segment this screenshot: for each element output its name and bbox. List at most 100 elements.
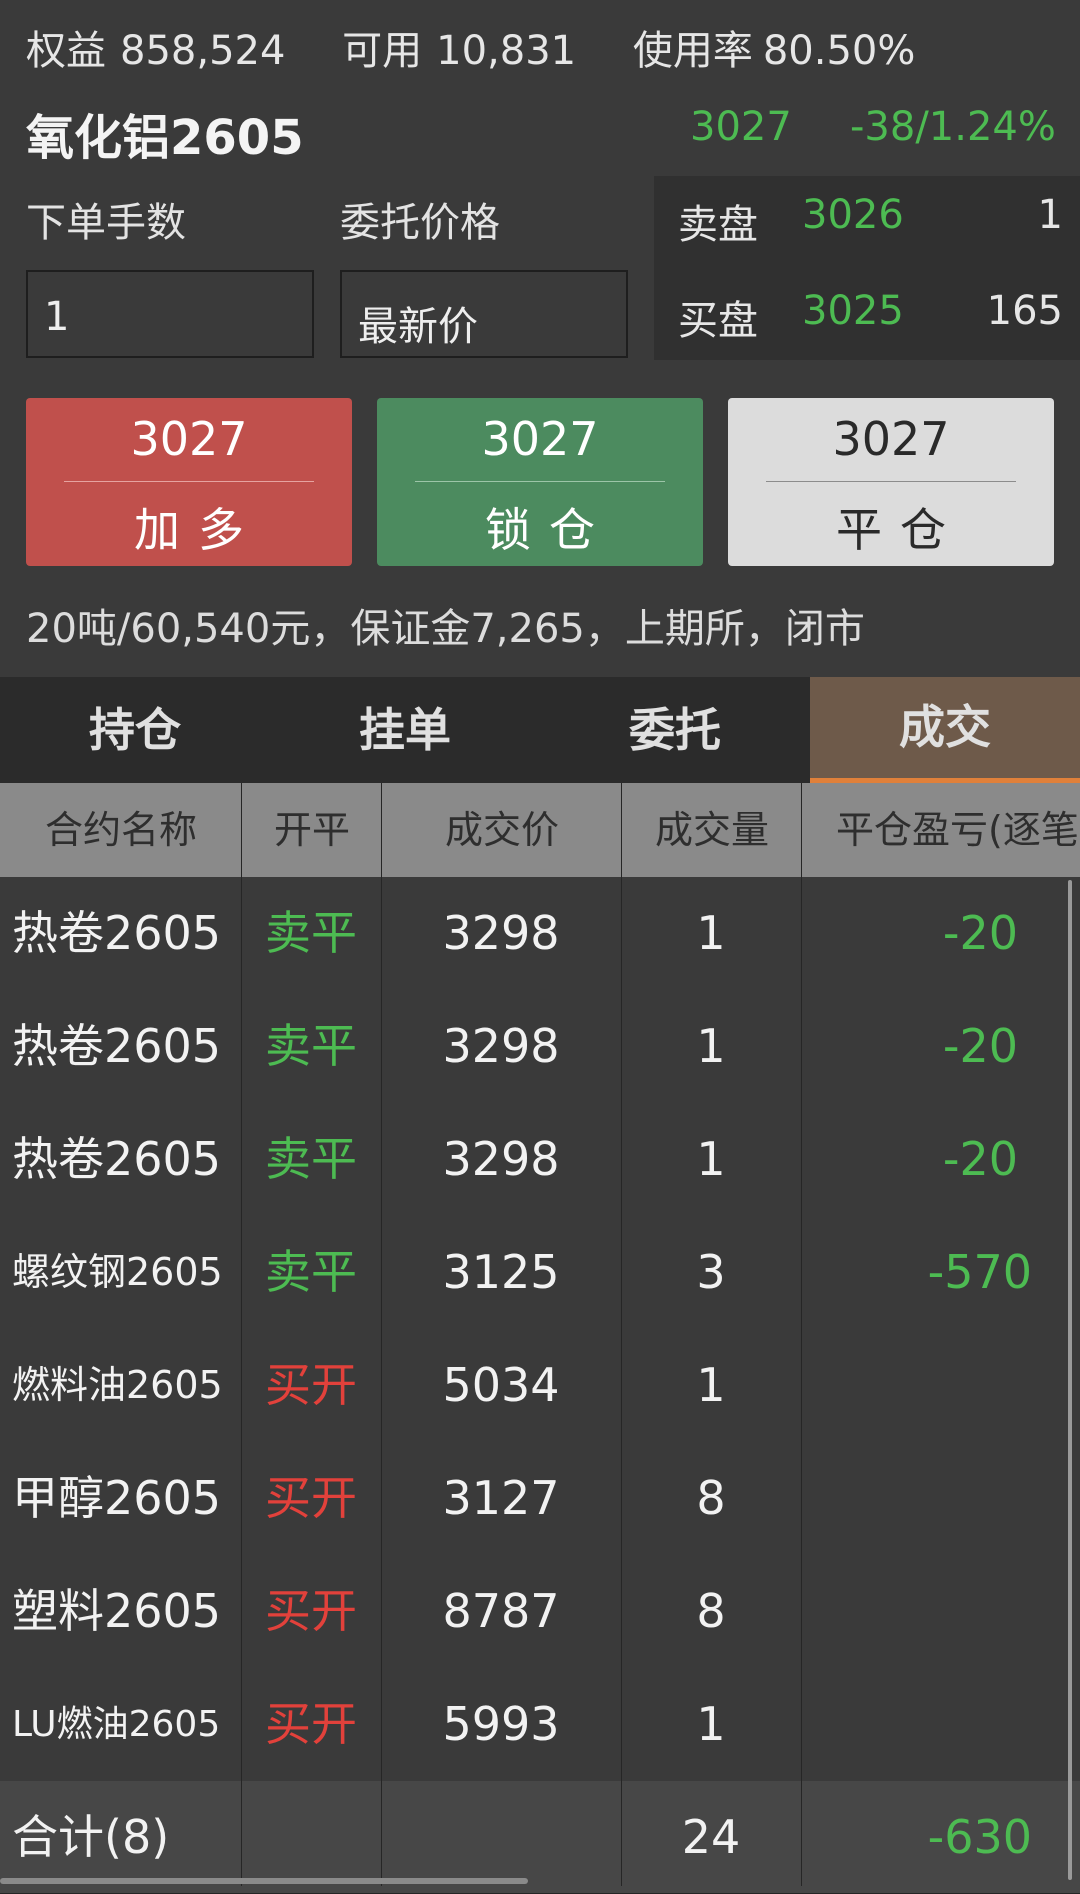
tab-positions[interactable]: 持仓 — [0, 677, 270, 783]
cell-close-pl — [802, 1442, 1032, 1555]
table-row[interactable]: 螺纹钢2605 卖平 3125 3 -570 — [0, 1216, 1080, 1330]
cell-price: 5993 — [442, 1697, 560, 1751]
add-long-button[interactable]: 3027 加多 — [26, 398, 352, 566]
cell-open-close: 卖平 — [265, 906, 357, 960]
price-type-input[interactable]: 最新价 — [340, 270, 628, 358]
cell-price: 3298 — [442, 1019, 560, 1073]
cell-contract: 燃料油2605 — [12, 1363, 223, 1407]
cell-volume: 1 — [696, 906, 726, 960]
contract-info: 20吨/60,540元，保证金7,265，上期所，闭市 — [26, 606, 865, 652]
table-row[interactable]: 塑料2605 买开 8787 8 — [0, 1555, 1080, 1669]
equity-label: 权益 — [26, 28, 106, 74]
table-row[interactable]: 热卷2605 卖平 3298 1 -20 — [0, 877, 1080, 991]
cell-price: 5034 — [442, 1358, 560, 1412]
contract-name[interactable]: 氧化铝2605 — [26, 98, 304, 168]
table-header: 合约名称 开平 成交价 成交量 平仓盈亏(逐笔) — [0, 783, 1080, 877]
divider — [766, 481, 1016, 482]
table-row[interactable]: 燃料油2605 买开 5034 1 — [0, 1329, 1080, 1443]
equity: 权益 858,524 — [26, 28, 285, 74]
cell-contract: 热卷2605 — [12, 1132, 222, 1186]
table-row[interactable]: 热卷2605 卖平 3298 1 -20 — [0, 1103, 1080, 1217]
price-change: -38/1.24% — [850, 104, 1056, 150]
cell-volume: 1 — [696, 1697, 726, 1751]
bid-label: 买盘 — [678, 298, 758, 344]
cell-volume: 1 — [696, 1132, 726, 1186]
add-long-price: 3027 — [130, 412, 248, 466]
cell-volume: 8 — [696, 1584, 726, 1638]
cell-open-close: 买开 — [265, 1471, 357, 1525]
cell-close-pl — [802, 1329, 1032, 1442]
column-divider — [241, 783, 242, 1886]
total-close-pl: -630 — [927, 1810, 1032, 1864]
cell-close-pl: -20 — [942, 1132, 1018, 1186]
cell-contract: 螺纹钢2605 — [12, 1250, 223, 1294]
table-row[interactable]: 甲醇2605 买开 3127 8 — [0, 1442, 1080, 1556]
cell-close-pl — [802, 1555, 1032, 1668]
cell-open-close: 买开 — [265, 1584, 357, 1638]
order-book: 卖盘 3026 1 买盘 3025 165 — [654, 176, 1080, 360]
cell-open-close: 卖平 — [265, 1019, 357, 1073]
cell-contract: 塑料2605 — [12, 1584, 222, 1638]
column-divider — [621, 783, 622, 1886]
cell-price: 3125 — [442, 1245, 560, 1299]
cell-contract: LU燃油2605 — [12, 1704, 221, 1745]
cell-price: 3127 — [442, 1471, 560, 1525]
lock-position-button[interactable]: 3027 锁仓 — [377, 398, 703, 566]
tab-pending[interactable]: 挂单 — [270, 677, 540, 783]
lots-input[interactable]: 1 — [26, 270, 314, 358]
cell-volume: 1 — [696, 1358, 726, 1412]
cell-close-pl: -20 — [942, 906, 1018, 960]
tab-bar: 持仓 挂单 委托 成交 — [0, 677, 1080, 783]
tab-orders[interactable]: 委托 — [540, 677, 810, 783]
cell-close-pl — [802, 1668, 1032, 1781]
available-label: 可用 — [342, 28, 423, 74]
cell-contract: 热卷2605 — [12, 906, 222, 960]
divider — [64, 481, 314, 482]
header-open-close[interactable]: 开平 — [242, 783, 382, 877]
header-volume[interactable]: 成交量 — [622, 783, 802, 877]
cell-volume: 1 — [696, 1019, 726, 1073]
cell-price: 3298 — [442, 1132, 560, 1186]
ask-label: 卖盘 — [678, 202, 758, 248]
horizontal-scrollbar[interactable] — [0, 1878, 528, 1884]
lock-price: 3027 — [481, 412, 599, 466]
cell-volume: 8 — [696, 1471, 726, 1525]
cell-close-pl: -20 — [942, 1019, 1018, 1073]
close-position-button[interactable]: 3027 平仓 — [728, 398, 1054, 566]
usage-label: 使用率 — [632, 28, 753, 74]
header-close-pl[interactable]: 平仓盈亏(逐笔) — [802, 783, 1080, 877]
usage: 使用率 80.50% — [633, 28, 916, 74]
column-divider — [381, 783, 382, 1886]
last-price: 3027 — [690, 104, 792, 150]
bid-price: 3025 — [802, 288, 904, 334]
add-long-label: 加多 — [134, 503, 262, 557]
available: 可用 10,831 — [342, 28, 576, 74]
ask-volume: 1 — [1037, 192, 1063, 238]
total-volume: 24 — [681, 1810, 741, 1864]
cell-contract: 热卷2605 — [12, 1019, 222, 1073]
close-price: 3027 — [832, 412, 950, 466]
cell-volume: 3 — [696, 1245, 726, 1299]
price-type-label: 委托价格 — [340, 200, 500, 246]
tab-trades[interactable]: 成交 — [810, 677, 1080, 783]
header-contract[interactable]: 合约名称 — [0, 783, 242, 877]
cell-open-close: 买开 — [265, 1697, 357, 1751]
bid-volume: 165 — [986, 288, 1063, 334]
close-label: 平仓 — [836, 503, 964, 557]
header-price[interactable]: 成交价 — [382, 783, 622, 877]
available-value: 10,831 — [436, 28, 577, 74]
usage-value: 80.50% — [762, 28, 916, 74]
table-row[interactable]: 热卷2605 卖平 3298 1 -20 — [0, 990, 1080, 1104]
cell-price: 3298 — [442, 906, 560, 960]
lock-label: 锁仓 — [485, 503, 613, 557]
equity-value: 858,524 — [120, 28, 286, 74]
cell-close-pl: -570 — [927, 1245, 1032, 1299]
cell-contract: 甲醇2605 — [12, 1471, 222, 1525]
cell-price: 8787 — [442, 1584, 560, 1638]
ask-price: 3026 — [802, 192, 904, 238]
lots-label: 下单手数 — [26, 200, 186, 246]
vertical-scrollbar[interactable] — [1068, 880, 1072, 1880]
divider — [415, 481, 665, 482]
table-row[interactable]: LU燃油2605 买开 5993 1 — [0, 1668, 1080, 1782]
cell-open-close: 卖平 — [265, 1245, 357, 1299]
